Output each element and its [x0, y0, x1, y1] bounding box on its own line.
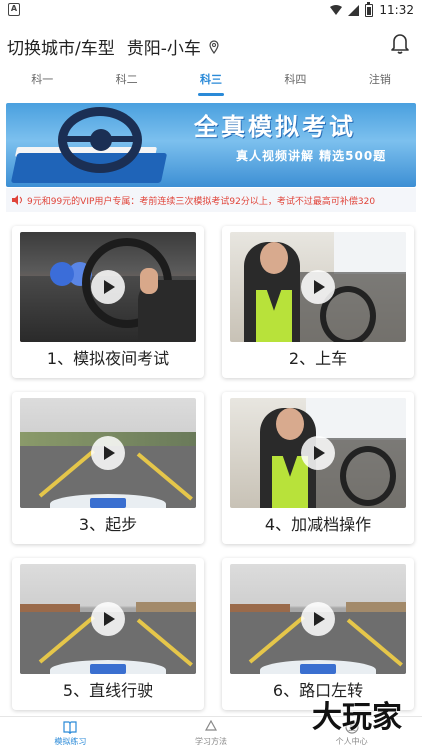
play-icon[interactable]: [301, 436, 335, 470]
clock: 11:32: [379, 3, 414, 17]
header: 切换城市/车型 贵阳-小车: [0, 24, 422, 68]
nav-study-methods[interactable]: 学习方法: [141, 717, 282, 750]
play-icon[interactable]: [91, 436, 125, 470]
app-notification-icon: A: [8, 3, 20, 16]
switch-city-model[interactable]: 切换城市/车型: [7, 34, 115, 59]
current-location[interactable]: 贵阳-小车: [127, 34, 201, 59]
tab-subject-4[interactable]: 科四: [253, 70, 337, 96]
recycle-icon: [204, 720, 218, 731]
vip-notice-bar[interactable]: 9元和99元的VIP用户专属：考前连续三次模拟考试92分以上，考试不过最高可补偿…: [6, 188, 416, 212]
video-card[interactable]: 4、加减档操作: [222, 392, 414, 544]
mock-exam-banner[interactable]: 全真模拟考试 真人视频讲解 精选500题: [6, 103, 416, 187]
battery-icon: [365, 1, 374, 17]
video-title: 1、模拟夜间考试: [46, 349, 170, 368]
video-card[interactable]: 5、直线行驶: [12, 558, 204, 710]
video-thumbnail: [230, 398, 406, 508]
video-title: 2、上车: [288, 349, 348, 368]
tab-logout[interactable]: 注销: [338, 70, 422, 96]
play-icon[interactable]: [301, 270, 335, 304]
play-icon[interactable]: [301, 602, 335, 636]
status-bar: A 11:32: [0, 0, 422, 20]
video-thumbnail: [20, 232, 196, 342]
location-pin-icon[interactable]: [209, 39, 219, 54]
wifi-icon: [330, 5, 343, 15]
tab-subject-1[interactable]: 科一: [0, 70, 84, 96]
watermark: 大玩家: [312, 700, 402, 735]
video-card[interactable]: 3、起步: [12, 392, 204, 544]
speaker-icon: [12, 195, 22, 205]
nav-mock-practice[interactable]: 模拟练习: [0, 717, 141, 750]
play-icon[interactable]: [91, 270, 125, 304]
video-thumbnail: [20, 564, 196, 674]
video-title: 4、加减档操作: [264, 515, 372, 534]
video-card[interactable]: 2、上车: [222, 226, 414, 378]
bell-icon[interactable]: [390, 32, 410, 54]
tab-subject-2[interactable]: 科二: [84, 70, 168, 96]
video-thumbnail: [230, 564, 406, 674]
nav-label: 学习方法: [195, 737, 227, 746]
video-thumbnail: [230, 232, 406, 342]
video-title: 5、直线行驶: [62, 681, 154, 700]
video-card[interactable]: 1、模拟夜间考试: [12, 226, 204, 378]
play-icon[interactable]: [91, 602, 125, 636]
nav-label: 个人中心: [335, 737, 368, 746]
notice-text: 9元和99元的VIP用户专属：考前连续三次模拟考试92分以上，考试不过最高可补偿…: [27, 196, 376, 207]
video-thumbnail: [20, 398, 196, 508]
tab-subject-3[interactable]: 科三: [169, 70, 253, 96]
banner-subtitle: 真人视频讲解 精选500题: [236, 149, 387, 163]
steering-wheel-hub: [90, 129, 112, 151]
video-title: 3、起步: [78, 515, 138, 534]
book-icon: [63, 721, 77, 734]
nav-label: 模拟练习: [54, 737, 87, 746]
banner-title: 全真模拟考试: [194, 113, 356, 141]
video-card[interactable]: 6、路口左转: [222, 558, 414, 710]
signal-icon: [348, 4, 360, 16]
subject-tabs: 科一 科二 科三 科四 注销: [0, 70, 422, 96]
